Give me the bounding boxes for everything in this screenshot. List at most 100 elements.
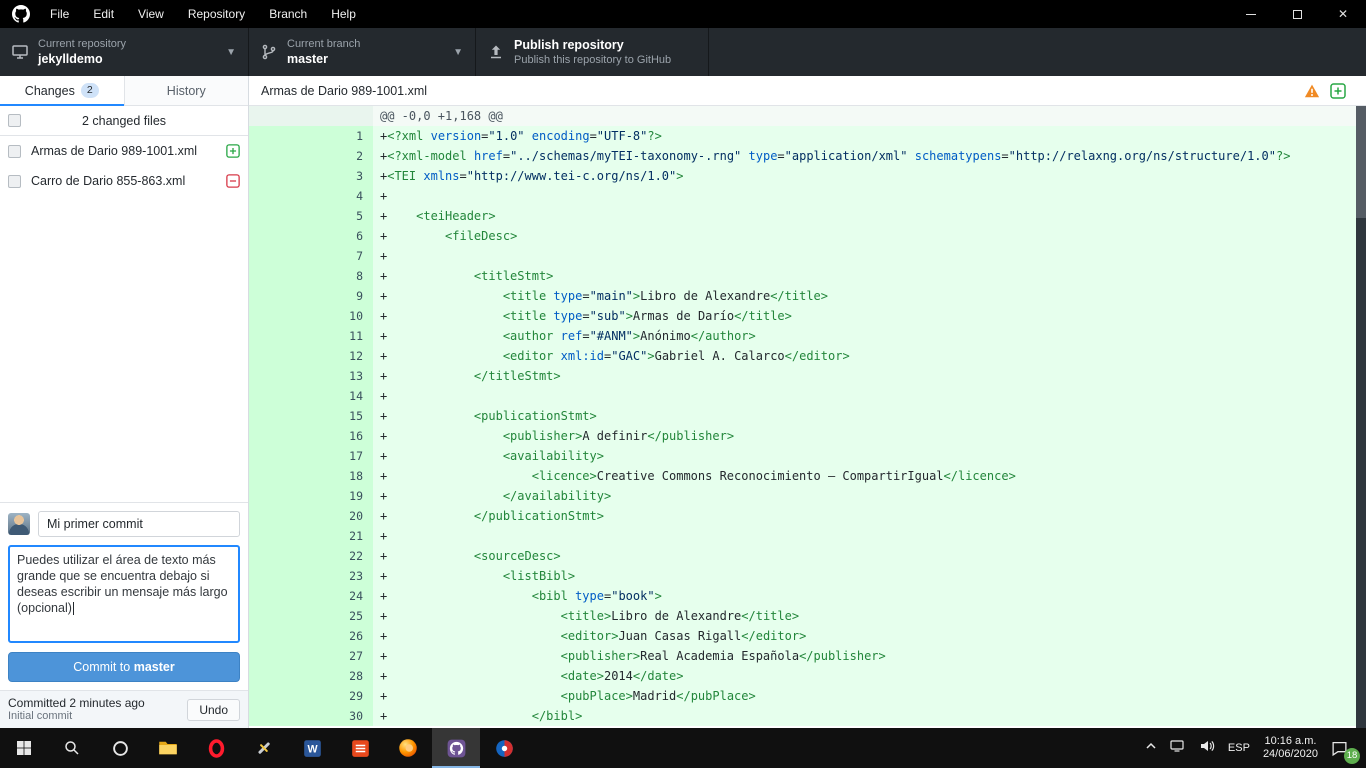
old-line-number bbox=[249, 626, 311, 646]
current-branch-dropdown[interactable]: Current branch master ▼ bbox=[249, 28, 476, 76]
taskbar-search-button[interactable] bbox=[48, 728, 96, 768]
commit-description-text: Puedes utilizar el área de texto más gra… bbox=[17, 553, 228, 615]
undo-button[interactable]: Undo bbox=[187, 699, 240, 721]
windows-taskbar: W ESP 10:16 a.m. 24/06/2020 bbox=[0, 728, 1366, 768]
diff-line-code: + </availability> bbox=[373, 486, 1366, 506]
diff-line[interactable]: 7+ bbox=[249, 246, 1366, 266]
publish-repository-button[interactable]: Publish repository Publish this reposito… bbox=[476, 28, 709, 76]
diff-scrollbar[interactable] bbox=[1356, 106, 1366, 728]
diff-line-code: + <bibl type="book"> bbox=[373, 586, 1366, 606]
github-desktop-button[interactable] bbox=[432, 728, 480, 768]
diff-line[interactable]: 8+ <titleStmt> bbox=[249, 266, 1366, 286]
opera-button[interactable] bbox=[192, 728, 240, 768]
diff-line[interactable]: 19+ </availability> bbox=[249, 486, 1366, 506]
taskbar-clock[interactable]: 10:16 a.m. 24/06/2020 bbox=[1263, 735, 1318, 761]
diff-line[interactable]: 1+<?xml version="1.0" encoding="UTF-8"?> bbox=[249, 126, 1366, 146]
diff-line[interactable]: 20+ </publicationStmt> bbox=[249, 506, 1366, 526]
new-line-number: 12 bbox=[311, 346, 373, 366]
language-indicator[interactable]: ESP bbox=[1228, 742, 1250, 754]
diff-line[interactable]: 9+ <title type="main">Libro de Alexandre… bbox=[249, 286, 1366, 306]
diff-file-title: Armas de Dario 989-1001.xml bbox=[261, 84, 427, 98]
menu-item-edit[interactable]: Edit bbox=[81, 0, 126, 28]
diff-line[interactable]: 3+<TEI xmlns="http://www.tei-c.org/ns/1.… bbox=[249, 166, 1366, 186]
old-line-number bbox=[249, 326, 311, 346]
tab-history[interactable]: History bbox=[124, 76, 249, 105]
diff-line[interactable]: 12+ <editor xml:id="GAC">Gabriel A. Cala… bbox=[249, 346, 1366, 366]
menu-item-branch[interactable]: Branch bbox=[257, 0, 319, 28]
volume-tray-icon[interactable] bbox=[1199, 738, 1215, 759]
file-checkbox[interactable] bbox=[8, 145, 21, 158]
firefox-button[interactable] bbox=[384, 728, 432, 768]
menu-item-repository[interactable]: Repository bbox=[176, 0, 257, 28]
diff-line[interactable]: 22+ <sourceDesc> bbox=[249, 546, 1366, 566]
old-line-number bbox=[249, 406, 311, 426]
diff-line-code: + <editor xml:id="GAC">Gabriel A. Calarc… bbox=[373, 346, 1366, 366]
file-row[interactable]: Carro de Dario 855-863.xml bbox=[0, 166, 248, 196]
diff-line[interactable]: 28+ <date>2014</date> bbox=[249, 666, 1366, 686]
new-line-number: 14 bbox=[311, 386, 373, 406]
display-tray-icon[interactable] bbox=[1170, 738, 1186, 759]
editor-tool-button[interactable] bbox=[240, 728, 288, 768]
diff-line[interactable]: 27+ <publisher>Real Academia Española</p… bbox=[249, 646, 1366, 666]
file-checkbox[interactable] bbox=[8, 175, 21, 188]
tab-changes[interactable]: Changes 2 bbox=[0, 76, 124, 105]
diff-line[interactable]: 29+ <pubPlace>Madrid</pubPlace> bbox=[249, 686, 1366, 706]
old-line-number bbox=[249, 506, 311, 526]
diff-line-code: + <publisher>Real Academia Española</pub… bbox=[373, 646, 1366, 666]
new-line-number: 11 bbox=[311, 326, 373, 346]
scrollbar-thumb[interactable] bbox=[1356, 106, 1366, 218]
new-line-number: 24 bbox=[311, 586, 373, 606]
diff-added-icon[interactable] bbox=[1330, 83, 1346, 99]
diff-line[interactable]: 24+ <bibl type="book"> bbox=[249, 586, 1366, 606]
action-center-button[interactable]: 18 bbox=[1331, 740, 1354, 757]
new-line-number: 30 bbox=[311, 706, 373, 726]
current-repository-dropdown[interactable]: Current repository jekylldemo ▼ bbox=[0, 28, 249, 76]
show-hidden-icons-button[interactable] bbox=[1145, 739, 1157, 757]
select-all-checkbox[interactable] bbox=[8, 114, 21, 127]
diff-line[interactable]: 2+<?xml-model href="../schemas/myTEI-tax… bbox=[249, 146, 1366, 166]
diff-line[interactable]: 18+ <licence>Creative Commons Reconocimi… bbox=[249, 466, 1366, 486]
commit-button[interactable]: Commit to master bbox=[8, 652, 240, 682]
diff-line[interactable]: 21+ bbox=[249, 526, 1366, 546]
diff-line[interactable]: 10+ <title type="sub">Armas de Darío</ti… bbox=[249, 306, 1366, 326]
diff-line[interactable]: 16+ <publisher>A definir</publisher> bbox=[249, 426, 1366, 446]
commit-description-textarea[interactable]: Puedes utilizar el área de texto más gra… bbox=[8, 545, 240, 643]
diff-line[interactable]: 5+ <teiHeader> bbox=[249, 206, 1366, 226]
diff-line[interactable]: 25+ <title>Libro de Alexandre</title> bbox=[249, 606, 1366, 626]
start-button[interactable] bbox=[0, 728, 48, 768]
warning-icon[interactable] bbox=[1304, 83, 1320, 99]
diff-line[interactable]: 30+ </bibl> bbox=[249, 706, 1366, 726]
word-button[interactable]: W bbox=[288, 728, 336, 768]
diff-line[interactable]: 11+ <author ref="#ANM">Anónimo</author> bbox=[249, 326, 1366, 346]
diff-line[interactable]: 6+ <fileDesc> bbox=[249, 226, 1366, 246]
old-line-number bbox=[249, 126, 311, 146]
old-line-number bbox=[249, 546, 311, 566]
app-toolbar: Current repository jekylldemo ▼ Current … bbox=[0, 28, 1366, 76]
diff-line[interactable]: 17+ <availability> bbox=[249, 446, 1366, 466]
maximize-button[interactable] bbox=[1274, 0, 1320, 28]
diff-line[interactable]: 4+ bbox=[249, 186, 1366, 206]
minimize-button[interactable] bbox=[1228, 0, 1274, 28]
oxygen-xml-button[interactable] bbox=[480, 728, 528, 768]
old-line-number bbox=[249, 566, 311, 586]
diff-line[interactable]: 13+ </titleStmt> bbox=[249, 366, 1366, 386]
new-line-number: 8 bbox=[311, 266, 373, 286]
menu-item-file[interactable]: File bbox=[38, 0, 81, 28]
orange-app-button[interactable] bbox=[336, 728, 384, 768]
diff-line[interactable]: 26+ <editor>Juan Casas Rigall</editor> bbox=[249, 626, 1366, 646]
user-avatar bbox=[8, 513, 30, 535]
menu-item-view[interactable]: View bbox=[126, 0, 176, 28]
diff-line[interactable]: 23+ <listBibl> bbox=[249, 566, 1366, 586]
clock-date: 24/06/2020 bbox=[1263, 748, 1318, 761]
old-line-number bbox=[249, 446, 311, 466]
cortana-button[interactable] bbox=[96, 728, 144, 768]
commit-summary-input[interactable] bbox=[38, 511, 240, 537]
diff-line[interactable]: 14+ bbox=[249, 386, 1366, 406]
file-explorer-button[interactable] bbox=[144, 728, 192, 768]
diff-hunk-header: @@ -0,0 +1,168 @@ bbox=[249, 106, 1366, 126]
file-row[interactable]: Armas de Dario 989-1001.xml bbox=[0, 136, 248, 166]
close-button[interactable]: ✕ bbox=[1320, 0, 1366, 28]
menu-item-help[interactable]: Help bbox=[319, 0, 368, 28]
new-line-number: 25 bbox=[311, 606, 373, 626]
diff-line[interactable]: 15+ <publicationStmt> bbox=[249, 406, 1366, 426]
